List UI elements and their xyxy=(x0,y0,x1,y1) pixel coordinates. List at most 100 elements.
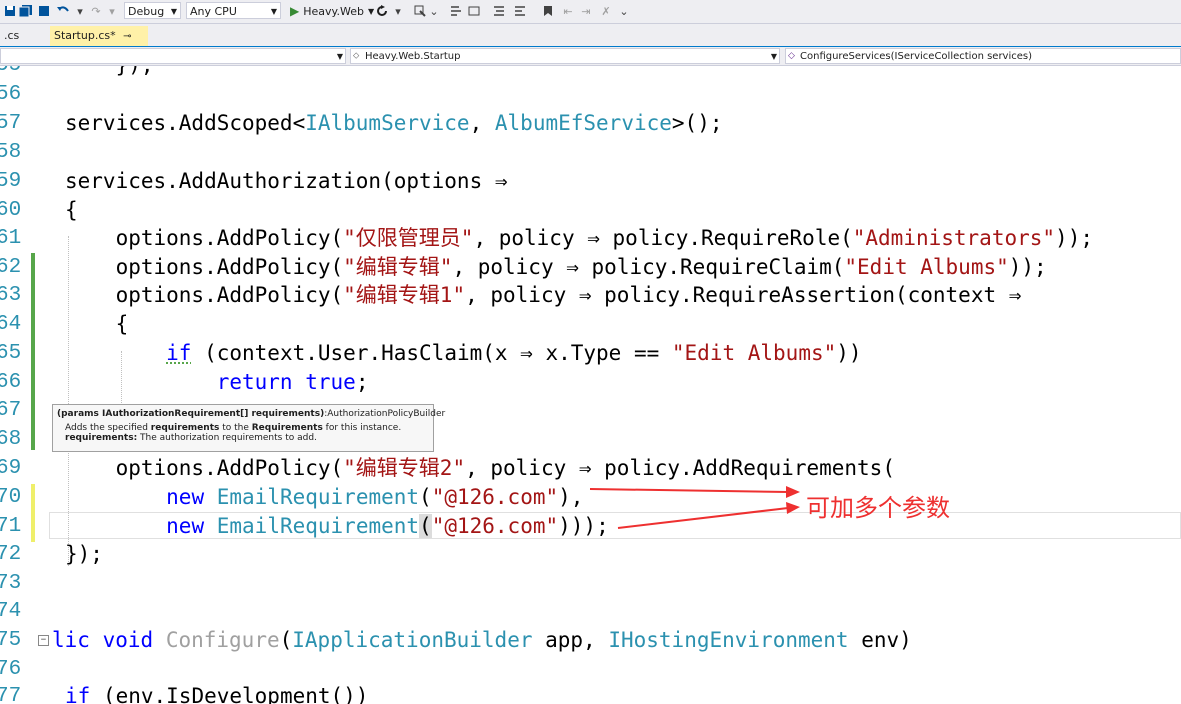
code-token: return xyxy=(216,370,293,394)
line-number: 76 xyxy=(0,658,22,681)
save-all-icon-2[interactable] xyxy=(36,3,52,19)
line-number: 67 xyxy=(0,399,22,422)
signature-params: (params IAuthorizationRequirement[] requ… xyxy=(57,409,325,419)
code-editor[interactable]: 55 }); 56 57 services.AddScoped<IAlbumSe… xyxy=(0,66,1181,704)
code-line: 55 }); xyxy=(0,66,1181,80)
solution-config-select[interactable]: Debug ▼ xyxy=(124,2,181,19)
toggle-icon[interactable] xyxy=(466,3,482,19)
document-tab-bar: .cs Startup.cs* ⊸ ✕ xyxy=(0,24,1181,63)
line-number: 72 xyxy=(0,543,22,566)
code-token: "Administrators" xyxy=(852,226,1056,250)
line-number: 58 xyxy=(0,141,22,164)
line-number: 69 xyxy=(0,457,22,480)
undo-dropdown-icon[interactable]: ▾ xyxy=(72,3,88,19)
code-token: AlbumEfService xyxy=(494,111,672,135)
project-select[interactable]: ▼ xyxy=(0,48,346,64)
line-number: 68 xyxy=(0,428,22,451)
line-number: 55 xyxy=(0,66,24,80)
line-number: 74 xyxy=(0,600,22,623)
code-token: Configure xyxy=(165,628,280,652)
code-token: , xyxy=(469,111,495,135)
code-token: "编辑专辑2" xyxy=(343,456,466,480)
code-text: { xyxy=(65,198,78,222)
code-line: 75 − lic void Configure(IApplicationBuil… xyxy=(0,626,1181,655)
code-token: "@126.com" xyxy=(431,514,559,538)
code-line: 70 new EmailRequirement("@126.com"), xyxy=(0,483,1181,512)
collapse-icon[interactable]: − xyxy=(38,635,49,646)
code-token: >(); xyxy=(671,111,723,135)
code-text: { xyxy=(65,312,129,336)
save-icon[interactable] xyxy=(2,3,18,19)
signature-return: :AuthorizationPolicyBuilder xyxy=(324,409,446,419)
tooltip-text: Requirements xyxy=(251,423,323,433)
code-token: if xyxy=(65,684,91,704)
next-bookmark-icon[interactable]: ⇥ xyxy=(578,3,594,19)
tab-label: .cs xyxy=(4,29,20,42)
run-target-label: Heavy.Web xyxy=(303,4,364,18)
code-token: "编辑专辑" xyxy=(343,255,453,279)
code-token: "仅限管理员" xyxy=(343,226,474,250)
save-all-icon[interactable] xyxy=(18,3,34,19)
code-token: ( xyxy=(419,514,432,538)
code-token: options.AddPolicy( xyxy=(65,456,344,480)
redo-icon[interactable]: ↷ xyxy=(88,3,104,19)
line-number: 60 xyxy=(0,199,22,222)
clear-bookmarks-icon[interactable]: ✗ xyxy=(598,3,614,19)
bookmark-icon[interactable] xyxy=(540,3,556,19)
tab-startup-cs[interactable]: Startup.cs* ⊸ ✕ xyxy=(50,26,148,63)
comment-lines-icon[interactable] xyxy=(491,3,507,19)
member-select[interactable]: ◇ ConfigureServices(IServiceCollection s… xyxy=(785,48,1181,64)
tooltip-text: to the xyxy=(219,423,252,433)
line-number: 71 xyxy=(0,515,22,538)
line-number: 64 xyxy=(0,313,22,336)
solution-config-value: Debug xyxy=(128,5,165,18)
refresh-dropdown-icon[interactable]: ▾ xyxy=(390,3,406,19)
line-number: 56 xyxy=(0,83,22,106)
code-token: ))); xyxy=(558,514,609,538)
code-text: if (env.IsDevelopment()) xyxy=(65,682,368,704)
code-text: new EmailRequirement("@126.com"), xyxy=(65,483,583,512)
code-token: ; xyxy=(355,370,369,394)
step-icon[interactable] xyxy=(448,3,464,19)
code-token: , policy ⇒ policy.RequireRole( xyxy=(473,226,853,250)
code-text: new EmailRequirement("@126.com"))); xyxy=(65,512,609,541)
parameter-info-tooltip: (params IAuthorizationRequirement[] requ… xyxy=(52,404,445,452)
class-icon: ⬦ xyxy=(353,51,360,61)
code-line: 56 xyxy=(0,80,1181,109)
code-token: options.AddPolicy( xyxy=(65,255,344,279)
code-text: lic void Configure(IApplicationBuilder a… xyxy=(52,626,912,655)
line-number: 66 xyxy=(0,371,22,394)
platform-select[interactable]: Any CPU ▼ xyxy=(186,2,281,19)
redo-dropdown-icon[interactable]: ▾ xyxy=(104,3,120,19)
play-icon: ▶ xyxy=(290,4,300,18)
chevron-down-icon: ▼ xyxy=(170,7,177,16)
line-number: 59 xyxy=(0,170,22,193)
pin-icon[interactable]: ⊸ xyxy=(123,31,131,42)
type-select[interactable]: ⬦ Heavy.Web.Startup ▼ xyxy=(350,48,780,64)
code-token: ( xyxy=(419,485,432,509)
refresh-icon[interactable] xyxy=(374,3,390,19)
prev-bookmark-icon[interactable]: ⇤ xyxy=(560,3,576,19)
code-text: services.AddScoped<IAlbumService, AlbumE… xyxy=(65,109,722,138)
undo-icon[interactable] xyxy=(55,3,71,19)
code-line: 59 services.AddAuthorization(options ⇒ xyxy=(0,167,1181,196)
code-token: EmailRequirement xyxy=(216,514,420,538)
code-line: 63 options.AddPolicy("编辑专辑1", policy ⇒ p… xyxy=(0,281,1181,310)
code-text: options.AddPolicy("编辑专辑", policy ⇒ polic… xyxy=(65,253,1047,282)
code-token: new xyxy=(166,514,205,538)
line-number: 62 xyxy=(0,256,22,279)
code-line: 60 { xyxy=(0,196,1181,225)
start-debug-button[interactable]: ▶ Heavy.Web ▼ xyxy=(290,2,374,20)
uncomment-lines-icon[interactable] xyxy=(512,3,528,19)
toolbar-overflow-icon[interactable]: ⌄ xyxy=(616,3,632,19)
overflow-icon[interactable]: ⌄ xyxy=(426,3,442,19)
code-token: new xyxy=(166,485,205,509)
code-line: 58 xyxy=(0,138,1181,167)
code-token: ( xyxy=(279,628,293,652)
tab-previous-file[interactable]: .cs xyxy=(0,26,23,46)
code-text: }); xyxy=(65,542,103,566)
